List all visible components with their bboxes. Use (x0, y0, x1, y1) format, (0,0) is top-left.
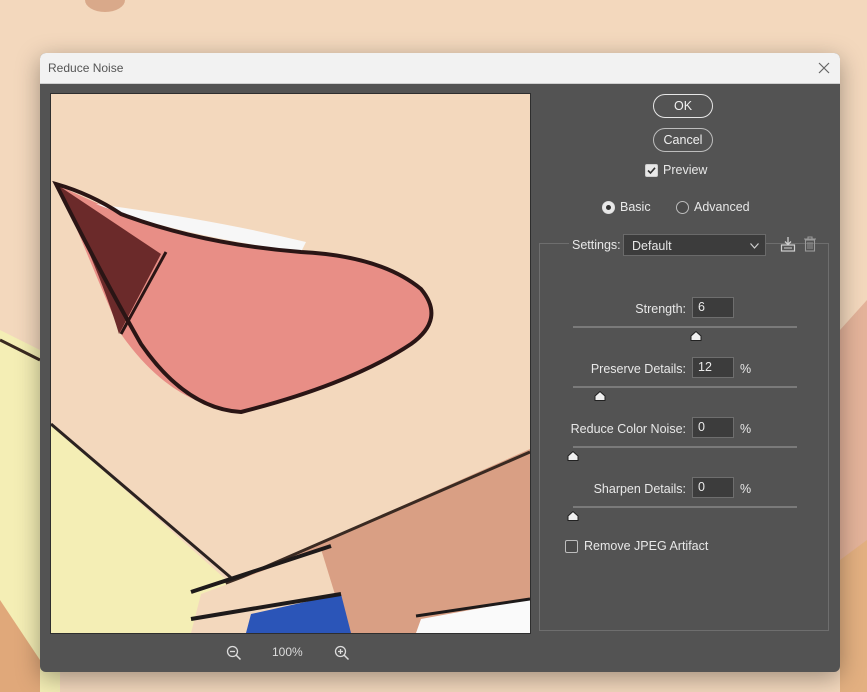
reduce-color-noise-input[interactable]: 0 (692, 417, 734, 438)
preview-checkbox[interactable] (645, 164, 658, 177)
zoom-out-icon[interactable] (226, 645, 242, 661)
radio-advanced-label: Advanced (694, 200, 750, 214)
chevron-down-icon (750, 243, 759, 249)
settings-value: Default (632, 239, 672, 253)
reduce-noise-dialog: Reduce Noise 100% OK Cancel Preview Basi… (40, 53, 840, 672)
settings-dropdown[interactable]: Default (623, 234, 766, 256)
cancel-button[interactable]: Cancel (653, 128, 713, 152)
zoom-level: 100% (272, 645, 303, 659)
sharpen-details-slider-thumb[interactable] (567, 511, 579, 521)
preserve-details-input[interactable]: 12 (692, 357, 734, 378)
zoom-in-icon[interactable] (334, 645, 350, 661)
strength-input[interactable]: 6 (692, 297, 734, 318)
preserve-details-label: Preserve Details: (590, 362, 686, 376)
radio-advanced[interactable] (676, 201, 689, 214)
reduce-color-noise-label: Reduce Color Noise: (570, 422, 686, 436)
remove-jpeg-artifact-checkbox[interactable] (565, 540, 578, 553)
sharpen-details-unit: % (740, 482, 752, 496)
reduce-color-noise-unit: % (740, 422, 752, 436)
trash-icon[interactable] (803, 236, 817, 252)
radio-basic-label: Basic (620, 200, 651, 214)
strength-slider-track[interactable] (573, 326, 797, 328)
preview-label: Preview (663, 163, 708, 177)
save-preset-icon[interactable] (780, 236, 796, 252)
sharpen-details-slider-track[interactable] (573, 506, 797, 508)
reduce-color-noise-slider-track[interactable] (573, 446, 797, 448)
sharpen-details-input[interactable]: 0 (692, 477, 734, 498)
close-button[interactable] (814, 58, 834, 78)
preserve-details-slider-thumb[interactable] (594, 391, 606, 401)
remove-jpeg-artifact-label: Remove JPEG Artifact (584, 539, 709, 553)
dialog-title: Reduce Noise (48, 61, 124, 75)
ok-button[interactable]: OK (653, 94, 713, 118)
preview-image[interactable] (50, 93, 531, 634)
preserve-details-unit: % (740, 362, 752, 376)
reduce-color-noise-slider-thumb[interactable] (567, 451, 579, 461)
checkmark-icon (647, 167, 656, 175)
strength-slider-thumb[interactable] (690, 331, 702, 341)
strength-label: Strength: (635, 302, 686, 316)
zoom-bar: 100% (226, 643, 366, 663)
radio-basic[interactable] (602, 201, 615, 214)
preview-artwork (51, 94, 530, 633)
settings-label: Settings: (569, 238, 624, 252)
close-icon (818, 62, 830, 74)
preserve-details-slider-track[interactable] (573, 386, 797, 388)
title-bar: Reduce Noise (40, 53, 840, 84)
sharpen-details-label: Sharpen Details: (593, 482, 686, 496)
